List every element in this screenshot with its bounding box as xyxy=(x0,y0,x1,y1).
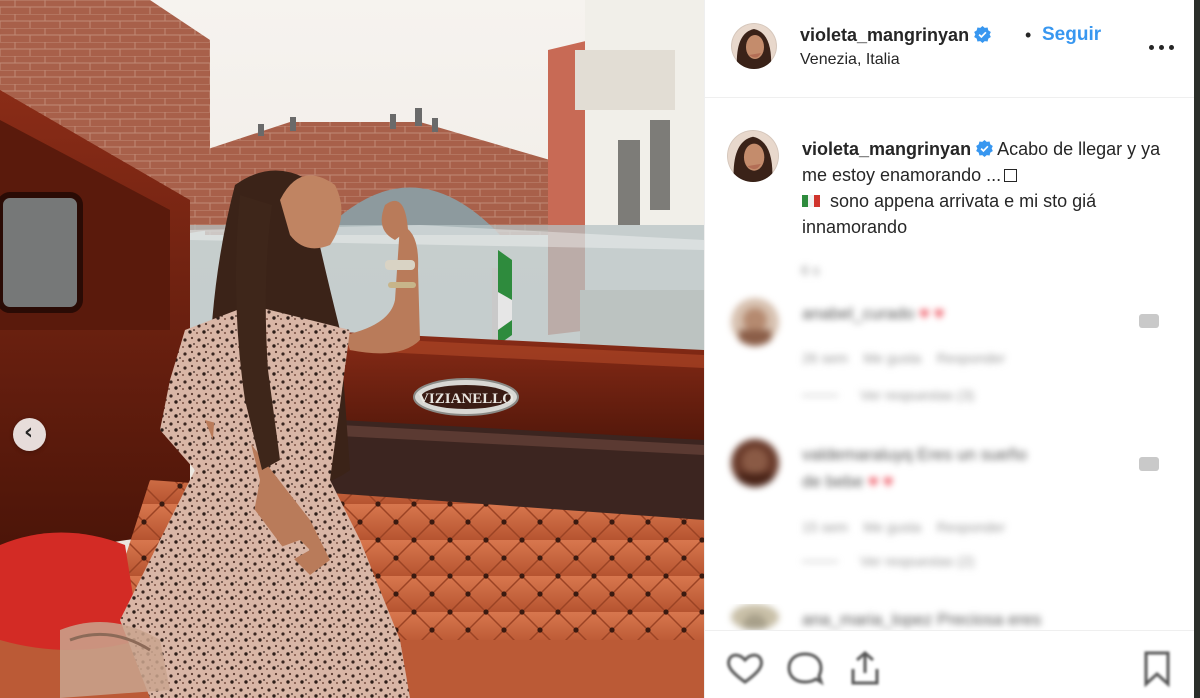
comment-author[interactable]: anabel_curado xyxy=(802,304,914,323)
post-photo: VIZIANELLO ‹ xyxy=(0,0,704,698)
comment-time: 15 sem xyxy=(802,519,848,535)
comment-reply-button[interactable]: Responder xyxy=(937,519,1006,535)
comment-item: ana_maria_lopez Preciosa eres xyxy=(705,604,1195,630)
heart-icon[interactable] xyxy=(725,649,765,687)
comment-body: ana_maria_lopez Preciosa eres xyxy=(802,606,1041,630)
comment-author[interactable]: valdemaraluyq xyxy=(802,445,913,464)
separator-dot: • xyxy=(1025,25,1032,45)
comment-text: Preciosa eres xyxy=(937,610,1042,629)
view-replies-label[interactable]: Ver respuestas (2) xyxy=(860,553,974,569)
comment-time: 26 sem xyxy=(802,350,848,366)
caption-username[interactable]: violeta_mangrinyan xyxy=(802,139,971,159)
caption-avatar[interactable] xyxy=(727,130,779,182)
caption-timestamp: 6 s xyxy=(801,262,820,278)
more-options-icon[interactable] xyxy=(1149,36,1175,56)
post-header: violeta_mangrinyan • Seguir Venezia, Ita… xyxy=(705,0,1195,98)
post-location[interactable]: Venezia, Italia xyxy=(800,51,900,69)
caption-line-2: sono appena arrivata e mi sto giá innamo… xyxy=(802,191,1097,237)
comment-icon[interactable] xyxy=(785,649,825,687)
username-text[interactable]: violeta_mangrinyan xyxy=(800,25,969,45)
follow-button[interactable]: Seguir xyxy=(1042,24,1101,46)
comment-like-icon[interactable] xyxy=(1139,457,1159,471)
comment-avatar[interactable] xyxy=(731,604,779,630)
background-edge xyxy=(1194,0,1200,698)
boat-brand-plate: VIZIANELLO xyxy=(418,391,514,407)
author-avatar[interactable] xyxy=(731,23,777,69)
action-bar xyxy=(705,630,1195,698)
comment-like-count[interactable]: Me gusta xyxy=(863,519,921,535)
comment-author[interactable]: ana_maria_lopez xyxy=(802,610,932,629)
emoji-placeholder-icon xyxy=(1004,169,1018,182)
comment-reply-button[interactable]: Responder xyxy=(937,350,1006,366)
comment-body: valdemaraluyq Eres un sueño de bebe ♥ ♥ xyxy=(802,441,1027,495)
heart-emoji-icon: ♥ ♥ xyxy=(868,472,894,491)
post-sidebar: violeta_mangrinyan • Seguir Venezia, Ita… xyxy=(704,0,1195,698)
comment-meta: 15 sem Me gusta Responder xyxy=(802,519,1005,535)
comment-text-cont: de bebe xyxy=(802,472,864,491)
author-username-header[interactable]: violeta_mangrinyan xyxy=(800,25,991,46)
caption-text: violeta_mangrinyan Acabo de llegar y ya … xyxy=(802,136,1162,240)
previous-photo-button[interactable]: ‹ xyxy=(13,418,46,451)
verified-badge-icon xyxy=(976,140,993,157)
bookmark-icon[interactable] xyxy=(1137,649,1177,687)
comment-meta: 26 sem Me gusta Responder xyxy=(802,350,1005,366)
comment-avatar[interactable] xyxy=(731,439,779,487)
heart-emoji-icon: ♥ ♥ xyxy=(919,304,945,323)
view-replies-label[interactable]: Ver respuestas (3) xyxy=(860,387,974,403)
view-replies-button[interactable]: Ver respuestas (3) xyxy=(802,387,974,403)
verified-badge-icon xyxy=(974,26,991,43)
view-replies-button[interactable]: Ver respuestas (2) xyxy=(802,553,974,569)
comment-avatar[interactable] xyxy=(731,298,779,346)
comment-text: Eres un sueño xyxy=(917,445,1027,464)
comment-body: anabel_curado ♥ ♥ xyxy=(802,300,944,327)
venice-boat-scene: VIZIANELLO xyxy=(0,0,704,698)
comment-like-icon[interactable] xyxy=(1139,314,1159,328)
italy-flag-icon xyxy=(802,188,820,207)
share-icon[interactable] xyxy=(845,649,885,687)
chevron-left-icon: ‹ xyxy=(23,420,34,445)
comment-like-count[interactable]: Me gusta xyxy=(863,350,921,366)
